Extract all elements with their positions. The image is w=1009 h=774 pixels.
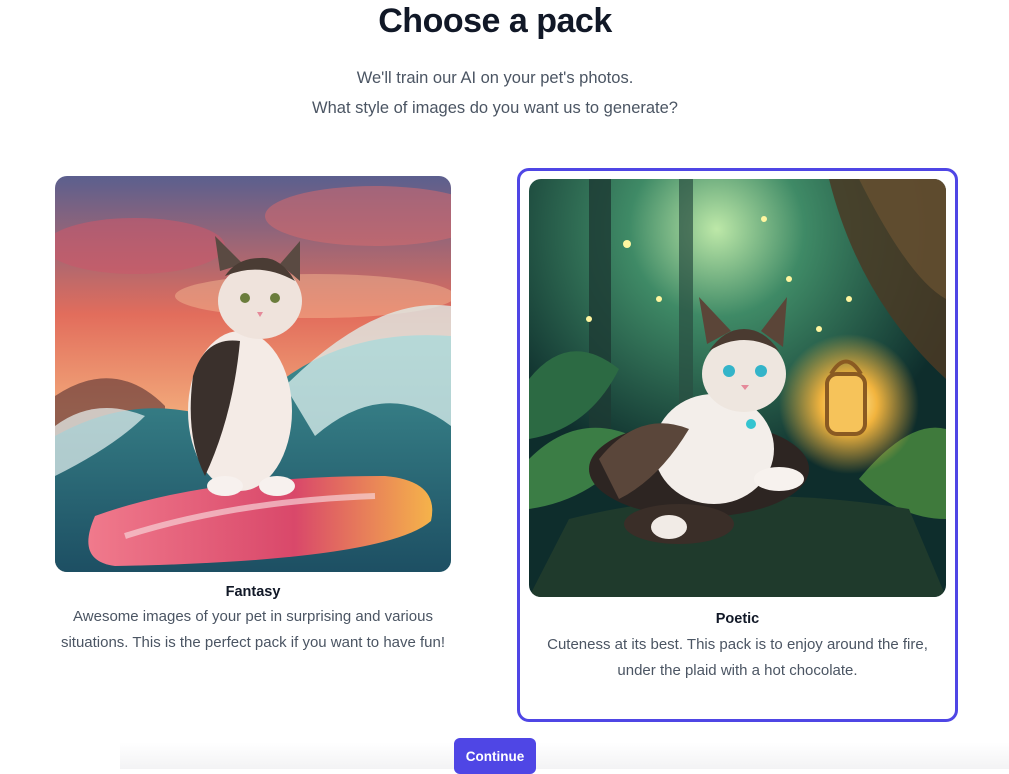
pack-description-poetic: Cuteness at its best. This pack is to en… [547,636,928,679]
pack-image-fantasy [55,176,451,572]
pack-name-poetic: Poetic [715,611,760,627]
page-subtitle-line1: We'll train our AI on your pet's photos. [356,69,634,87]
pack-description-fantasy: Awesome images of your pet in surprising… [60,608,446,651]
pack-image-poetic [529,179,946,597]
pack-card-poetic[interactable]: Poetic Cuteness at its best. This pack i… [517,168,958,722]
bottom-fade [120,742,1009,769]
pack-name-fantasy: Fantasy [225,584,281,600]
page-subtitle-line2: What style of images do you want us to g… [312,99,678,117]
pack-card-fantasy[interactable]: Fantasy Awesome images of your pet in su… [48,169,458,692]
page-title: Choose a pack [378,2,612,40]
